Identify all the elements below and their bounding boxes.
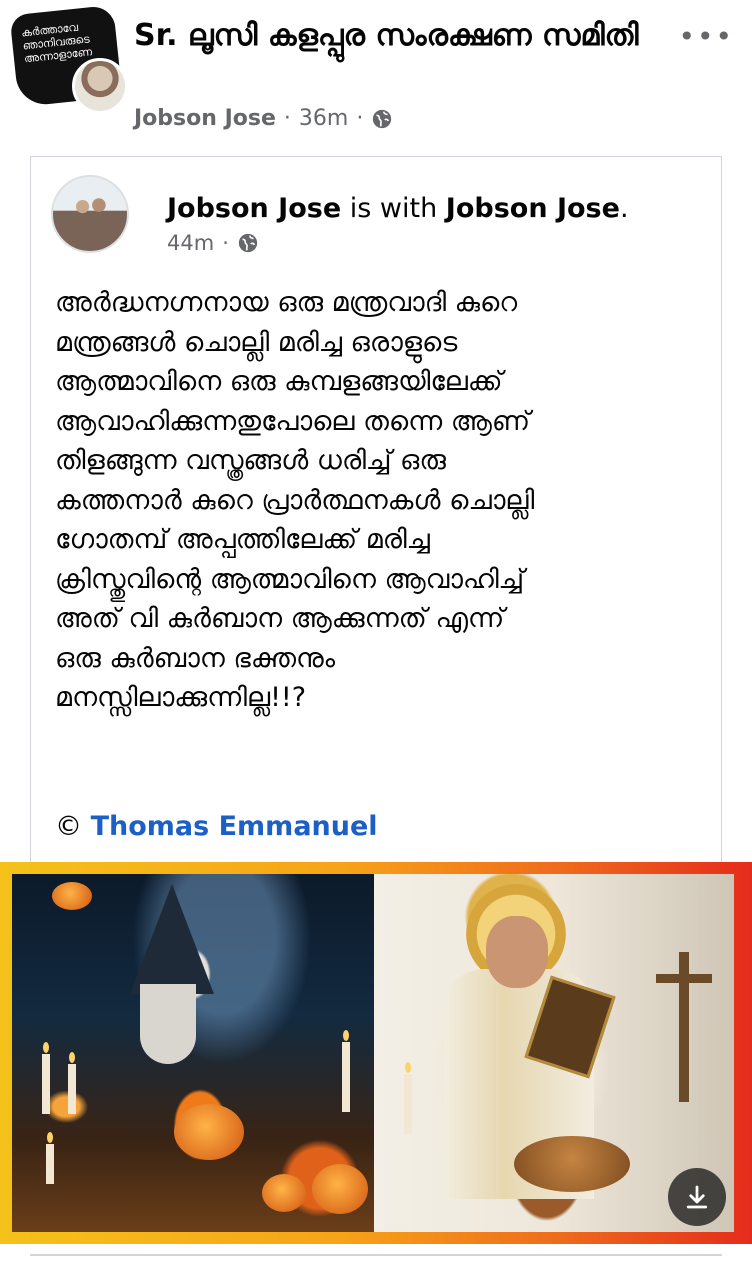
candle: [42, 1042, 50, 1114]
download-icon: [686, 1185, 708, 1209]
globe-icon: [238, 233, 258, 253]
with-text: is with: [349, 193, 438, 224]
shared-author-name[interactable]: Jobson Jose: [167, 193, 341, 224]
more-options-icon[interactable]: •••: [678, 20, 734, 53]
wizard-beard: [140, 984, 196, 1064]
credit-link[interactable]: Thomas Emmanuel: [91, 811, 378, 842]
shared-post-meta: 44m ·: [167, 231, 259, 255]
author-mini-avatar[interactable]: [72, 58, 128, 114]
shared-post-card[interactable]: Jobson Jose is with Jobson Jose. 44m · അ…: [30, 156, 722, 866]
shared-author-avatar[interactable]: [51, 175, 129, 253]
wizard-image: [12, 874, 374, 1232]
copyright-symbol: ©: [55, 811, 82, 842]
wizard-hat: [130, 884, 214, 994]
candle: [404, 1062, 412, 1134]
shared-post-time[interactable]: 44m: [167, 231, 214, 255]
period: .: [619, 193, 629, 224]
download-button[interactable]: [668, 1168, 726, 1226]
post-body-text: അർദ്ധനഗ്നനായ ഒരു മന്ത്രവാദി കുറെ മന്ത്രങ…: [55, 287, 535, 713]
post-meta: Jobson Jose · 36m ·: [134, 106, 393, 131]
meta-separator: ·: [283, 106, 291, 131]
post-image[interactable]: [0, 862, 752, 1244]
meta-separator-2: ·: [356, 106, 364, 131]
post-time[interactable]: 36m: [299, 106, 348, 131]
shared-author-line: Jobson Jose is with Jobson Jose.: [167, 191, 629, 227]
candle: [68, 1052, 76, 1114]
group-name[interactable]: Sr. ലൂസി കളപ്പുര സംരക്ഷണ സമിതി: [134, 14, 694, 58]
group-avatar[interactable]: കർത്താവേ ഞാനിവരുടെ അന്നാളാണേ: [9, 4, 128, 114]
candle: [342, 1030, 350, 1112]
pumpkin: [312, 1164, 368, 1214]
credit-line: © Thomas Emmanuel: [55, 809, 378, 845]
divider: [30, 1254, 722, 1256]
priest-head: [486, 916, 548, 988]
author-name[interactable]: Jobson Jose: [134, 106, 276, 131]
pumpkin: [262, 1174, 306, 1212]
pumpkin: [174, 1104, 244, 1160]
globe-icon: [373, 109, 392, 128]
shared-meta-separator: ·: [222, 231, 229, 255]
bread: [514, 1136, 630, 1192]
tagged-name[interactable]: Jobson Jose: [446, 193, 620, 224]
pumpkin: [52, 882, 92, 910]
candle: [46, 1132, 54, 1184]
crucifix-bar: [656, 974, 712, 983]
